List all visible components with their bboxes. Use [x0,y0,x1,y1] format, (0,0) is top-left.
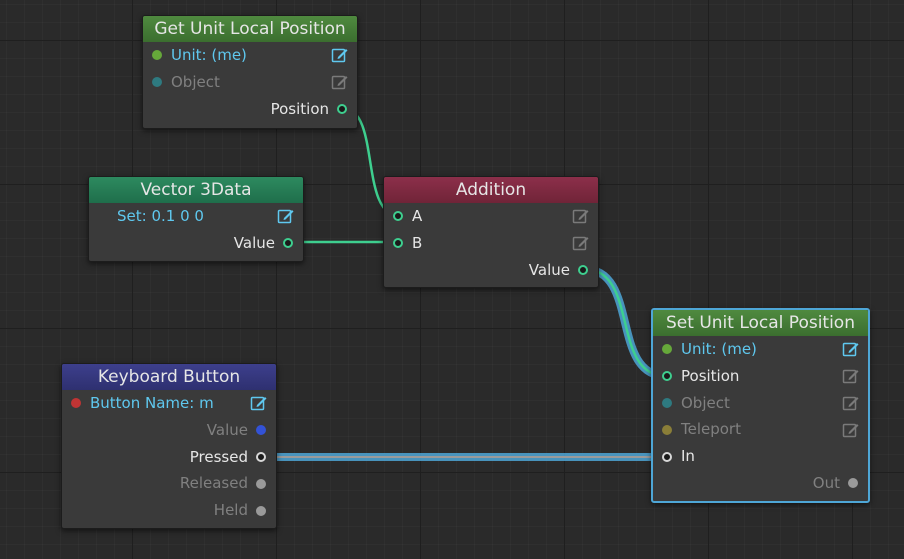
input-object-label: Object [681,393,730,412]
input-object[interactable]: Object [143,69,357,96]
output-value[interactable]: Value [89,230,303,257]
input-button-name[interactable]: Button Name: m [62,390,276,417]
input-set-label: Set: 0.1 0 0 [117,207,204,225]
node-title[interactable]: Addition [384,177,598,203]
output-out[interactable]: Out [653,470,868,497]
edit-icon[interactable] [331,73,349,91]
output-pressed[interactable]: Pressed [62,444,276,471]
port-icon[interactable] [256,505,266,516]
input-in-label: In [681,447,695,466]
output-value-label: Value [233,233,275,252]
port-icon[interactable] [256,478,266,489]
input-teleport-label: Teleport [681,420,741,439]
output-position[interactable]: Position [143,96,357,123]
input-position[interactable]: Position [653,363,868,390]
output-released-label: Released [179,474,248,493]
input-object[interactable]: Object [653,390,868,417]
input-unit-label: Unit: (me) [681,340,757,358]
port-icon[interactable] [662,371,672,382]
output-value-label: Value [528,260,570,279]
input-a[interactable]: A [384,203,598,230]
output-position-label: Position [270,99,329,118]
node-get-unit-local-position[interactable]: Get Unit Local Position Unit: (me) Objec… [142,15,358,130]
output-held[interactable]: Held [62,497,276,524]
output-value[interactable]: Value [384,257,598,284]
input-position-label: Position [681,366,740,385]
input-unit[interactable]: Unit: (me) [143,42,357,69]
edit-icon[interactable] [277,207,295,225]
output-held-label: Held [213,501,248,520]
port-icon[interactable] [393,238,403,249]
port-icon[interactable] [662,397,672,408]
output-released[interactable]: Released [62,470,276,497]
output-value-label: Value [206,420,248,439]
node-set-unit-local-position[interactable]: Set Unit Local Position Unit: (me) Posit… [651,308,870,503]
node-title[interactable]: Get Unit Local Position [143,16,357,42]
input-set[interactable]: Set: 0.1 0 0 [89,203,303,230]
input-a-label: A [412,207,423,225]
port-icon[interactable] [393,211,403,222]
node-keyboard-button[interactable]: Keyboard Button Button Name: m Value Pre… [61,363,277,529]
input-b[interactable]: B [384,230,598,257]
edit-icon[interactable] [572,207,590,225]
edit-icon[interactable] [331,46,349,64]
node-addition[interactable]: Addition A B Value [383,176,599,289]
input-button-name-label: Button Name: m [90,394,214,412]
edit-icon[interactable] [842,421,860,439]
port-icon[interactable] [848,478,858,489]
output-value[interactable]: Value [62,417,276,444]
input-b-label: B [412,233,423,252]
port-icon[interactable] [662,344,672,355]
edit-icon[interactable] [842,394,860,412]
node-title[interactable]: Vector 3Data [89,177,303,203]
port-icon[interactable] [337,103,347,114]
edit-icon[interactable] [572,234,590,252]
port-icon[interactable] [152,77,162,88]
edit-icon[interactable] [842,367,860,385]
edit-icon[interactable] [842,340,860,358]
port-icon[interactable] [256,425,266,436]
input-in[interactable]: In [653,443,868,470]
input-unit[interactable]: Unit: (me) [653,336,868,363]
node-vector-3data[interactable]: Vector 3Data Set: 0.1 0 0 Value [88,176,304,262]
port-icon[interactable] [283,238,293,249]
port-icon[interactable] [71,398,81,409]
output-out-label: Out [812,473,840,492]
input-object-label: Object [171,72,220,91]
node-title[interactable]: Keyboard Button [62,364,276,390]
port-icon[interactable] [578,264,588,275]
output-pressed-label: Pressed [189,447,248,466]
port-icon[interactable] [662,451,672,462]
port-icon[interactable] [662,424,672,435]
input-teleport[interactable]: Teleport [653,416,868,443]
node-title[interactable]: Set Unit Local Position [653,310,868,336]
input-unit-label: Unit: (me) [171,46,247,64]
port-icon[interactable] [256,451,266,462]
edit-icon[interactable] [250,394,268,412]
port-icon[interactable] [152,50,162,61]
